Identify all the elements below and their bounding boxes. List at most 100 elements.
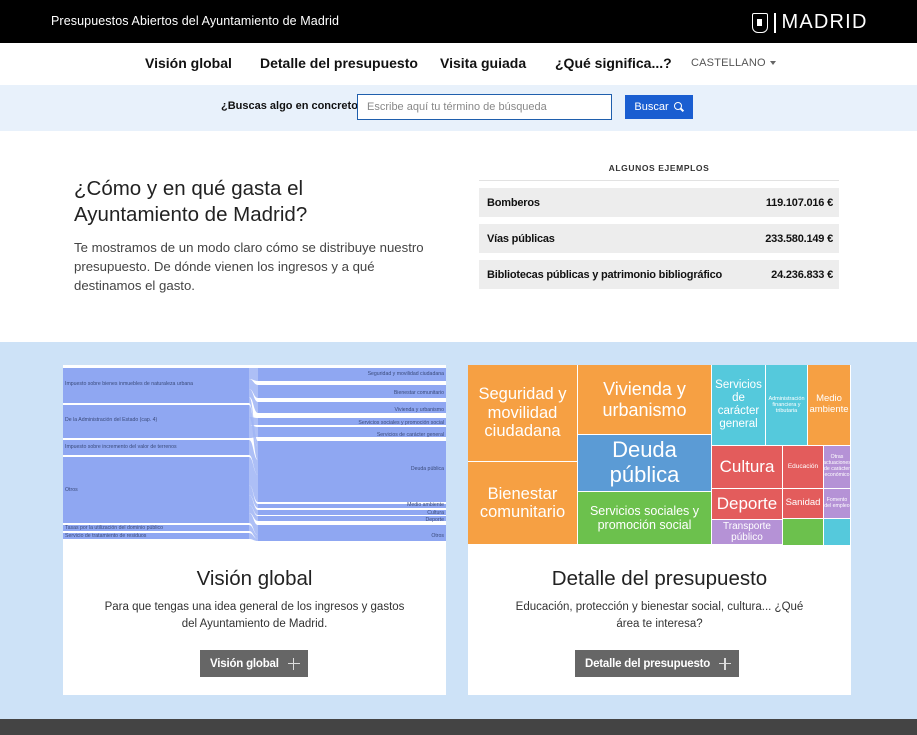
sankey-left-label: Servicio de tratamiento de residuos xyxy=(65,533,147,539)
example-label: Bibliotecas públicas y patrimonio biblio… xyxy=(487,268,723,281)
sankey-right-label: Deporte xyxy=(426,517,445,523)
treemap-tile[interactable] xyxy=(783,519,824,545)
sankey-right-label: Seguridad y movilidad ciudadana xyxy=(368,371,445,377)
example-value: 233.580.149 € xyxy=(765,232,833,245)
sankey-diagram: Impuesto sobre bienes inmuebles de natur… xyxy=(63,368,446,541)
treemap-tile[interactable]: Servicios de carácter general xyxy=(712,365,766,446)
plus-icon xyxy=(719,657,732,670)
card-description: Educación, protección y bienestar social… xyxy=(515,601,804,630)
search-button[interactable]: Buscar xyxy=(625,95,693,119)
treemap-tile-label: Servicios de carácter general xyxy=(715,379,762,430)
search-input[interactable] xyxy=(357,94,612,120)
treemap-tile-label: Seguridad y movilidad ciudadana xyxy=(478,385,567,441)
sankey-flows xyxy=(249,368,258,541)
madrid-logo[interactable]: MADRID xyxy=(752,11,868,34)
sankey-right-label: Cultura xyxy=(427,510,444,516)
treemap-tile[interactable] xyxy=(824,519,851,545)
sankey-flow xyxy=(249,425,258,438)
logo-text: MADRID xyxy=(781,11,868,33)
example-row[interactable]: Bomberos 119.107.016 € xyxy=(479,188,839,217)
card-title: Visión global xyxy=(196,567,313,590)
sankey-right-label: Medio ambiente xyxy=(407,502,444,508)
treemap-tile-label: Otras actuaciones de carácter económico xyxy=(824,454,851,478)
sankey-left-label: Impuesto sobre incremento del valor de t… xyxy=(65,444,177,450)
sankey-right-label: Otros xyxy=(431,533,444,539)
treemap-tile[interactable]: Deporte xyxy=(712,489,783,520)
search-label: ¿Buscas algo en concreto? xyxy=(221,100,365,112)
treemap-tile[interactable]: Transporte público xyxy=(712,520,783,545)
treemap-tile-label: Administración financiera y tributaria xyxy=(768,395,805,415)
page-title: ¿Cómo y en qué gasta el Ayuntamiento de … xyxy=(74,177,308,226)
sankey-preview[interactable]: Impuesto sobre bienes inmuebles de natur… xyxy=(63,365,446,545)
plus-icon xyxy=(287,657,300,670)
treemap-tile-label: Educación xyxy=(787,463,819,471)
cards-section: Impuesto sobre bienes inmuebles de natur… xyxy=(0,342,917,719)
sankey-left-label: Tasas por la utilización del dominio púb… xyxy=(65,525,163,531)
chevron-down-icon xyxy=(769,61,776,66)
treemap-tile[interactable]: Sanidad xyxy=(783,489,824,519)
vision-global-button[interactable]: Visión global xyxy=(200,650,308,677)
treemap-tile-label: Bienestar comunitario xyxy=(479,484,566,521)
treemap-tile-label: Fomento del empleo xyxy=(824,496,850,509)
sankey-right-label: Deuda pública xyxy=(411,466,444,472)
detalle-presupuesto-card[interactable]: Seguridad y movilidad ciudadana Bienestar… xyxy=(468,365,851,695)
footer-bar xyxy=(0,719,917,735)
nav-item-vision-global[interactable]: Visión global xyxy=(145,55,232,71)
sankey-target-node xyxy=(258,525,446,541)
treemap-tile[interactable]: Deuda pública xyxy=(578,435,712,492)
search-icon xyxy=(673,102,684,112)
intro-text: Te mostramos de un modo claro cómo se di… xyxy=(74,240,424,293)
sankey-flow xyxy=(249,417,258,425)
treemap-tile-label: Sanidad xyxy=(785,497,821,509)
treemap-tile[interactable]: Servicios sociales y promoción social xyxy=(578,492,712,545)
treemap-tile-label: Vivienda y urbanismo xyxy=(602,379,687,420)
treemap-tile[interactable]: Seguridad y movilidad ciudadana xyxy=(468,365,578,462)
vision-global-card[interactable]: Impuesto sobre bienes inmuebles de natur… xyxy=(63,365,446,695)
sankey-right-label: Bienestar comunitario xyxy=(394,390,444,396)
site-title[interactable]: Presupuestos Abiertos del Ayuntamiento d… xyxy=(51,14,339,28)
top-bar: Presupuestos Abiertos del Ayuntamiento d… xyxy=(0,0,917,43)
search-bar: ¿Buscas algo en concreto? Buscar xyxy=(0,85,917,131)
treemap-tile-label: Medio ambiente xyxy=(809,393,849,415)
sankey-right-label: Servicios de carácter general xyxy=(377,432,444,438)
detalle-presupuesto-button[interactable]: Detalle del presupuesto xyxy=(575,650,740,677)
treemap-tile[interactable]: Cultura xyxy=(712,446,783,489)
treemap-tile-label: Cultura xyxy=(719,457,775,477)
card-description: Para que tengas una idea general de los … xyxy=(104,601,405,630)
example-value: 24.236.833 € xyxy=(771,268,833,281)
language-label: CASTELLANO xyxy=(691,57,766,69)
treemap-tile[interactable]: Vivienda y urbanismo xyxy=(578,365,712,435)
button-label: Visión global xyxy=(210,657,279,670)
nav-item-visita-guiada[interactable]: Visita guiada xyxy=(440,55,526,71)
treemap-tile[interactable]: Educación xyxy=(783,446,824,489)
treemap-tile[interactable]: Administración financiera y tributaria xyxy=(766,365,808,446)
example-row[interactable]: Vías públicas 233.580.149 € xyxy=(479,224,839,253)
language-selector[interactable]: CASTELLANO xyxy=(691,57,776,69)
treemap-tile[interactable]: Medio ambiente xyxy=(808,365,851,446)
sankey-right-label: Vivienda y urbanismo xyxy=(394,407,444,413)
sankey-flow xyxy=(249,368,258,381)
treemap-tile[interactable]: Fomento del empleo xyxy=(824,489,851,519)
sankey-target-node xyxy=(258,516,446,521)
examples-title: ALGUNOS EJEMPLOS xyxy=(479,163,839,181)
button-label: Detalle del presupuesto xyxy=(585,657,711,670)
logo-divider xyxy=(774,12,776,33)
intro-section: ¿Cómo y en qué gasta el Ayuntamiento de … xyxy=(0,131,917,342)
sankey-left-label: De la Administración del Estado (cap. 4) xyxy=(65,417,158,423)
sankey-left-label: Otros xyxy=(65,487,78,493)
example-value: 119.107.016 € xyxy=(765,196,833,209)
example-label: Vías públicas xyxy=(487,232,555,245)
nav-item-que-significa[interactable]: ¿Qué significa...? xyxy=(555,55,672,71)
sankey-source-node xyxy=(63,457,249,523)
example-row[interactable]: Bibliotecas públicas y patrimonio biblio… xyxy=(479,260,839,289)
main-nav: Visión global Detalle del presupuesto Vi… xyxy=(0,43,917,85)
sankey-left-label: Impuesto sobre bienes inmuebles de natur… xyxy=(65,381,193,387)
treemap-preview[interactable]: Seguridad y movilidad ciudadana Bienestar… xyxy=(468,365,851,545)
treemap-tile-label: Transporte público xyxy=(723,520,771,543)
treemap-tile[interactable]: Otras actuaciones de carácter económico xyxy=(824,446,851,489)
treemap-tile-label: Servicios sociales y promoción social xyxy=(589,504,700,532)
example-label: Bomberos xyxy=(487,196,540,209)
nav-item-detalle-presupuesto[interactable]: Detalle del presupuesto xyxy=(260,55,418,71)
sankey-target-node xyxy=(258,510,446,515)
treemap-tile[interactable]: Bienestar comunitario xyxy=(468,462,578,545)
